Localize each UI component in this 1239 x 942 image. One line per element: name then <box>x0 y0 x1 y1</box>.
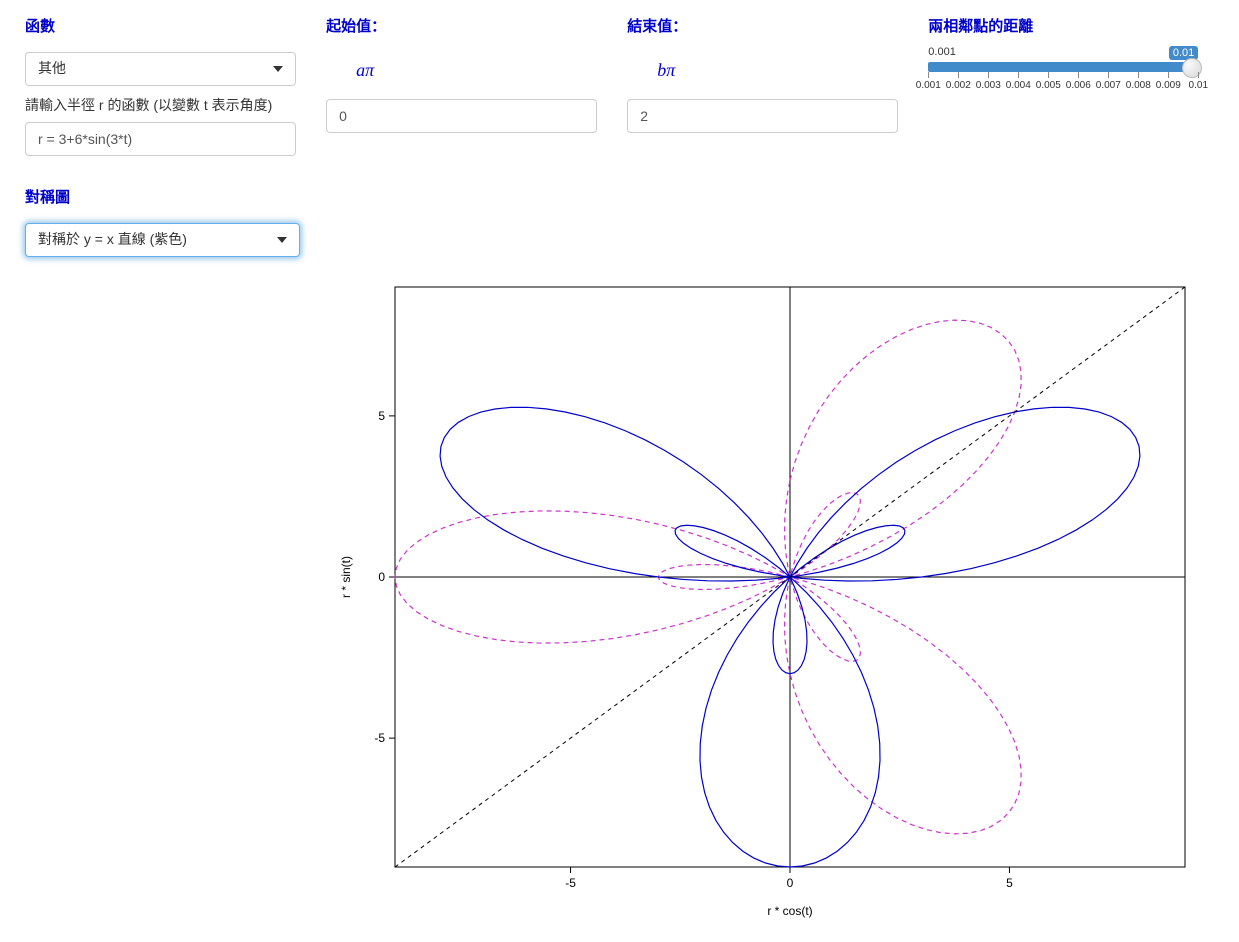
svg-text:r * sin(t): r * sin(t) <box>339 556 353 598</box>
slider-tick-label: 0.002 <box>946 80 971 91</box>
function-label: 函數 <box>25 15 296 36</box>
slider-tick-label: 0.005 <box>1036 80 1061 91</box>
start-label: 起始值： <box>326 15 597 36</box>
slider-tick-label: 0.006 <box>1066 80 1091 91</box>
chevron-down-icon <box>273 66 283 72</box>
slider-tick-label: 0.007 <box>1096 80 1121 91</box>
function-input[interactable] <box>25 122 296 156</box>
slider-tick-label: 0.01 <box>1189 80 1208 91</box>
slider-label: 兩相鄰點的距離 <box>928 15 1224 36</box>
slider-tick-labels: 0.0010.0020.0030.0040.0050.0060.0070.008… <box>928 80 1198 94</box>
symmetry-label: 對稱圖 <box>25 186 300 207</box>
svg-text:5: 5 <box>1006 876 1013 890</box>
slider-min-label: 0.001 <box>928 46 956 60</box>
polar-plot: -5 0 5 -5 0 5 r * cos(t) r * sin(t) <box>325 277 1224 927</box>
start-value-input[interactable] <box>326 99 597 133</box>
function-select[interactable]: 其他 <box>25 52 296 86</box>
start-math-label: aπ <box>356 60 597 81</box>
symmetry-select-value: 對稱於 y = x 直線 (紫色) <box>38 230 187 250</box>
slider-tick-label: 0.001 <box>916 80 941 91</box>
svg-text:0: 0 <box>787 876 794 890</box>
svg-text:-5: -5 <box>565 876 576 890</box>
step-slider[interactable]: 0.001 0.01 0.0010.0020.0030.0040.0050.00… <box>928 46 1198 94</box>
svg-text:0: 0 <box>378 570 385 584</box>
slider-ticks <box>928 72 1198 80</box>
slider-tick-label: 0.009 <box>1156 80 1181 91</box>
symmetry-select[interactable]: 對稱於 y = x 直線 (紫色) <box>25 223 300 257</box>
end-math-label: bπ <box>657 60 898 81</box>
end-value-input[interactable] <box>627 99 898 133</box>
function-help-text: 請輸入半徑 r 的函數 (以變數 t 表示角度) <box>25 96 296 116</box>
svg-text:5: 5 <box>378 408 385 422</box>
svg-text:-5: -5 <box>374 731 385 745</box>
slider-track[interactable] <box>928 62 1198 72</box>
slider-tick-label: 0.003 <box>976 80 1001 91</box>
function-select-value: 其他 <box>38 59 66 79</box>
svg-text:r * cos(t): r * cos(t) <box>767 904 812 918</box>
slider-tick-label: 0.004 <box>1006 80 1031 91</box>
end-label: 結束值： <box>627 15 898 36</box>
chevron-down-icon <box>277 237 287 243</box>
slider-tick-label: 0.008 <box>1126 80 1151 91</box>
